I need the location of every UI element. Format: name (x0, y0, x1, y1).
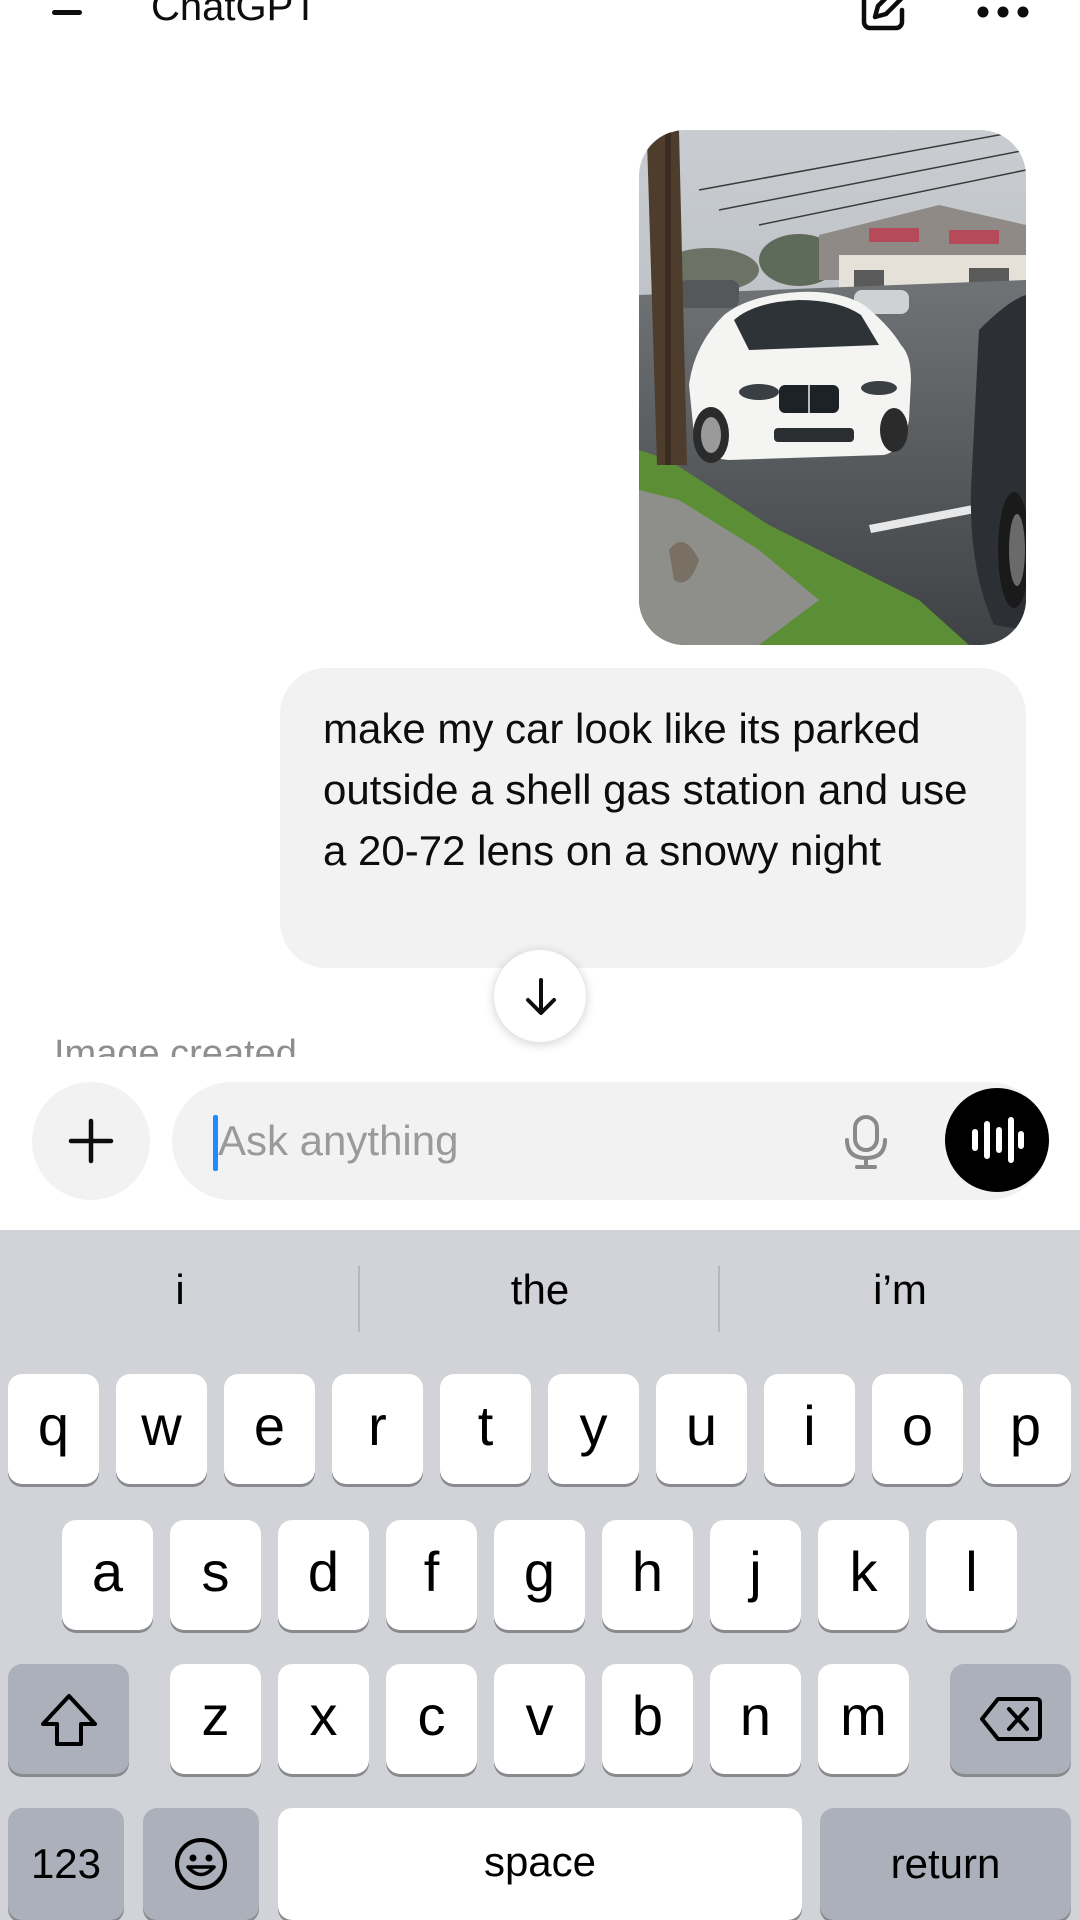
key-l[interactable]: l (926, 1520, 1017, 1630)
key-y[interactable]: y (548, 1374, 639, 1484)
key-m[interactable]: m (818, 1664, 909, 1774)
space-key[interactable]: space (278, 1808, 802, 1920)
ask-anything-input[interactable] (218, 1082, 778, 1200)
shift-arrow-icon (40, 1694, 97, 1746)
shift-key[interactable] (8, 1664, 129, 1774)
predictive-text-bar: i the i’m (0, 1230, 1080, 1370)
message-composer[interactable] (172, 1082, 1049, 1200)
key-x[interactable]: x (278, 1664, 369, 1774)
key-s[interactable]: s (170, 1520, 261, 1630)
user-message-bubble: make my car look like its parked outside… (280, 668, 1026, 968)
suggestion-3[interactable]: i’m (720, 1262, 1080, 1318)
image-created-label: Image created (54, 1035, 297, 1057)
backspace-key[interactable] (950, 1664, 1071, 1774)
key-v[interactable]: v (494, 1664, 585, 1774)
more-options-icon[interactable] (976, 2, 1030, 22)
new-chat-icon[interactable] (858, 0, 910, 34)
key-d[interactable]: d (278, 1520, 369, 1630)
voice-mode-button[interactable] (945, 1088, 1049, 1192)
scroll-to-bottom-button[interactable] (493, 949, 587, 1043)
emoji-icon (175, 1838, 227, 1890)
key-r[interactable]: r (332, 1374, 423, 1484)
key-p[interactable]: p (980, 1374, 1071, 1484)
key-k[interactable]: k (818, 1520, 909, 1630)
suggestion-1[interactable]: i (0, 1262, 360, 1318)
on-screen-keyboard: i the i’m q w e r t y u i o p a s d f g … (0, 1230, 1080, 1920)
key-c[interactable]: c (386, 1664, 477, 1774)
key-g[interactable]: g (494, 1520, 585, 1630)
user-uploaded-photo[interactable] (639, 130, 1026, 645)
app-title[interactable]: ChatGPT (151, 0, 318, 32)
arrow-down-icon (526, 978, 556, 1015)
emoji-key[interactable] (143, 1808, 259, 1920)
car-photo-illustration (639, 130, 1026, 645)
key-j[interactable]: j (710, 1520, 801, 1630)
numbers-key[interactable]: 123 (8, 1808, 124, 1920)
key-n[interactable]: n (710, 1664, 801, 1774)
backspace-icon (979, 1697, 1042, 1741)
voice-waveform-icon (972, 1117, 1024, 1163)
key-o[interactable]: o (872, 1374, 963, 1484)
key-i[interactable]: i (764, 1374, 855, 1484)
plus-icon (68, 1118, 114, 1164)
key-w[interactable]: w (116, 1374, 207, 1484)
key-a[interactable]: a (62, 1520, 153, 1630)
microphone-icon[interactable] (843, 1114, 889, 1170)
key-u[interactable]: u (656, 1374, 747, 1484)
key-z[interactable]: z (170, 1664, 261, 1774)
sidebar-menu-icon[interactable] (52, 0, 100, 32)
image-created-status: Image created (54, 1035, 374, 1057)
suggestion-2[interactable]: the (360, 1262, 720, 1318)
return-key[interactable]: return (820, 1808, 1071, 1920)
key-e[interactable]: e (224, 1374, 315, 1484)
key-f[interactable]: f (386, 1520, 477, 1630)
key-b[interactable]: b (602, 1664, 693, 1774)
key-q[interactable]: q (8, 1374, 99, 1484)
user-message-text: make my car look like its parked outside… (323, 705, 968, 874)
add-attachment-button[interactable] (32, 1082, 150, 1200)
key-t[interactable]: t (440, 1374, 531, 1484)
top-bar: ChatGPT (0, 0, 1080, 60)
key-h[interactable]: h (602, 1520, 693, 1630)
